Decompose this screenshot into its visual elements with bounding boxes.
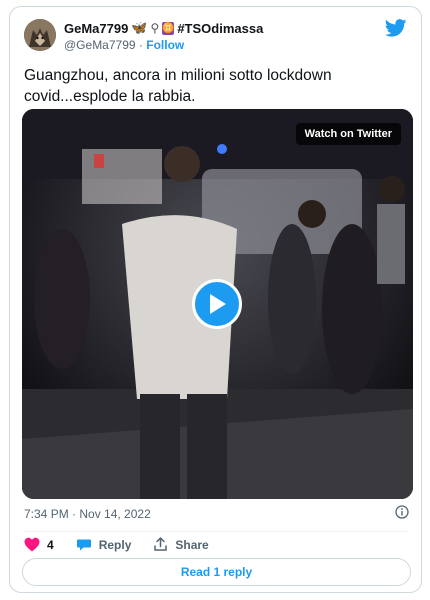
read-replies-button[interactable]: Read 1 reply — [22, 558, 411, 586]
symbols-icon: ⚲ — [150, 21, 160, 35]
tweet-timestamp[interactable]: 7:34 PM · Nov 14, 2022 — [24, 507, 151, 521]
author-handle-row: @GeMa7799 · Follow — [64, 38, 184, 52]
emoji-badge-icon: ♊ — [162, 21, 175, 35]
play-icon — [210, 294, 226, 314]
tweet-text: Guangzhou, ancora in milioni sotto lockd… — [24, 67, 332, 105]
like-count: 4 — [47, 537, 54, 552]
author-handle[interactable]: @GeMa7799 — [64, 38, 136, 52]
video-player[interactable]: Watch on Twitter — [22, 109, 413, 499]
follow-button[interactable]: Follow — [146, 38, 184, 52]
avatar[interactable] — [24, 19, 56, 51]
author-hashtag: #TSOdimassa — [177, 20, 264, 36]
info-icon[interactable] — [395, 505, 409, 519]
twitter-bird-icon[interactable] — [385, 19, 407, 37]
tweet-card: GeMa7799 🦋 ⚲ ♊ #TSOdimassa @GeMa7799 · F… — [9, 6, 422, 593]
share-label: Share — [175, 537, 209, 552]
like-button[interactable]: 4 — [24, 537, 54, 552]
divider — [24, 531, 409, 532]
play-button[interactable] — [192, 279, 242, 329]
action-bar: 4 Reply Share — [24, 537, 231, 552]
author-display-name[interactable]: GeMa7799 — [64, 21, 128, 36]
reply-label: Reply — [98, 537, 132, 552]
butterfly-icon: 🦋 — [131, 20, 148, 35]
watch-on-twitter-button[interactable]: Watch on Twitter — [295, 123, 401, 145]
author-name-row[interactable]: GeMa7799 🦋 ⚲ ♊ #TSOdimassa — [64, 20, 263, 36]
share-button[interactable]: Share — [153, 537, 209, 552]
reply-button[interactable]: Reply — [76, 537, 132, 552]
reply-icon — [76, 539, 91, 551]
share-icon — [154, 537, 168, 551]
heart-icon — [24, 537, 40, 552]
